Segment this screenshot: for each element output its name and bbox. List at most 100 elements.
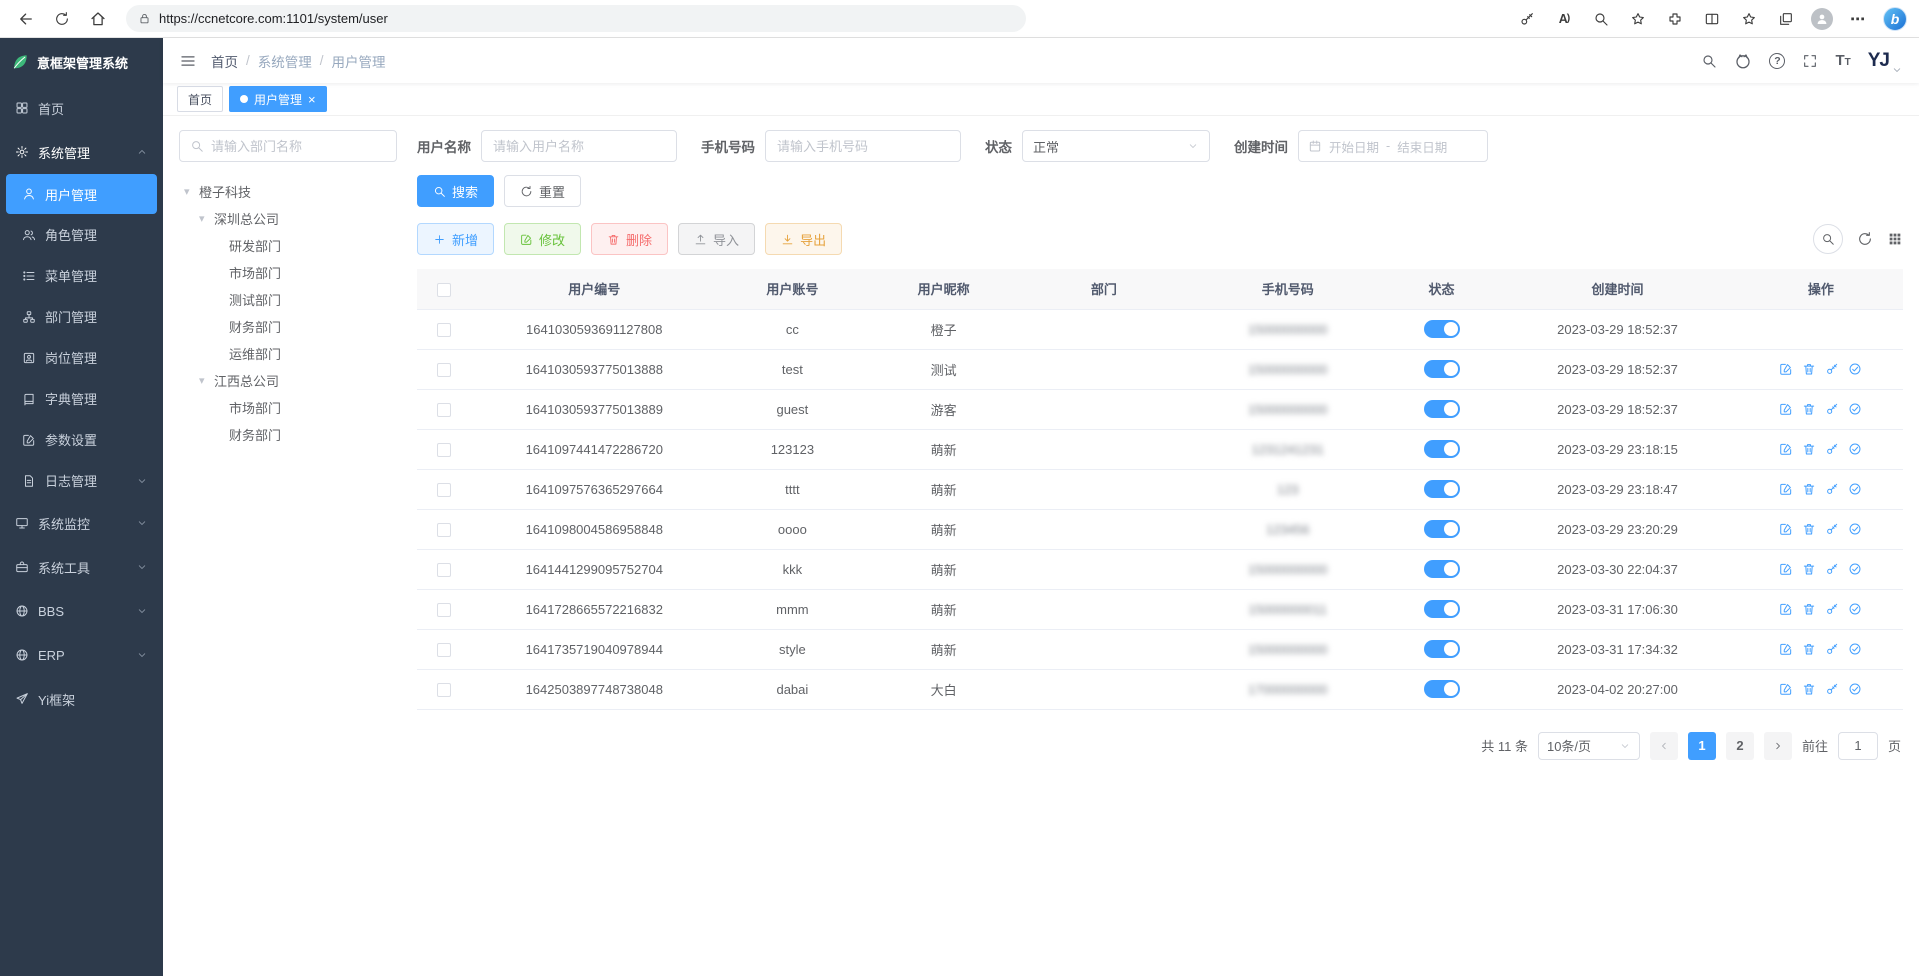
zoom-icon[interactable] [1589,7,1613,31]
sidebar-item-menu-management[interactable]: 菜单管理 [0,255,163,296]
split-screen-icon[interactable] [1700,7,1724,31]
tree-node-dept[interactable]: 研发部门 [179,232,397,259]
import-button[interactable]: 导入 [678,223,755,255]
status-toggle[interactable] [1424,440,1460,458]
row-edit-icon[interactable] [1779,522,1793,536]
collapse-sidebar-icon[interactable] [179,52,197,70]
refresh-table-icon[interactable] [1857,231,1873,247]
row-delete-icon[interactable] [1802,682,1816,696]
status-toggle[interactable] [1424,640,1460,658]
row-checkbox[interactable] [437,483,451,497]
browser-more-menu-icon[interactable]: ⋯ [1846,7,1870,31]
assign-role-icon[interactable] [1848,682,1862,696]
department-search-input[interactable] [211,139,386,154]
row-delete-icon[interactable] [1802,522,1816,536]
browser-profile-avatar[interactable] [1811,8,1833,30]
page-button-2[interactable]: 2 [1726,732,1754,760]
address-bar[interactable]: https://ccnetcore.com:1101/system/user [126,5,1026,32]
status-toggle[interactable] [1424,320,1460,338]
row-delete-icon[interactable] [1802,642,1816,656]
delete-button[interactable]: 删除 [591,223,668,255]
status-toggle[interactable] [1424,360,1460,378]
tree-node-dept[interactable]: 市场部门 [179,394,397,421]
reset-password-icon[interactable] [1825,602,1839,616]
sidebar-item-system-management[interactable]: 系统管理 [0,130,163,174]
tab-user-management[interactable]: 用户管理 × [229,86,327,112]
sidebar-item-bbs[interactable]: BBS [0,589,163,633]
sidebar-item-user-management[interactable]: 用户管理 [6,174,157,214]
reset-button[interactable]: 重置 [504,175,581,207]
reset-password-icon[interactable] [1825,682,1839,696]
tree-node-dept[interactable]: 运维部门 [179,340,397,367]
sidebar-item-yi-framework[interactable]: Yi框架 [0,677,163,721]
assign-role-icon[interactable] [1848,482,1862,496]
row-checkbox[interactable] [437,563,451,577]
goto-page-input[interactable] [1838,732,1878,760]
tree-node-dept[interactable]: 测试部门 [179,286,397,313]
reset-password-icon[interactable] [1825,562,1839,576]
sidebar-item-post-management[interactable]: 岗位管理 [0,337,163,378]
row-checkbox[interactable] [437,323,451,337]
row-delete-icon[interactable] [1802,482,1816,496]
sidebar-item-log-management[interactable]: 日志管理 [0,460,163,501]
tree-caret-icon[interactable]: ▾ [199,212,214,225]
sidebar-item-dept-management[interactable]: 部门管理 [0,296,163,337]
row-checkbox[interactable] [437,363,451,377]
reset-password-icon[interactable] [1825,442,1839,456]
add-favorite-icon[interactable] [1626,7,1650,31]
column-settings-icon[interactable] [1887,231,1903,247]
tree-node-company[interactable]: ▾橙子科技 [179,178,397,205]
favorites-icon[interactable] [1737,7,1761,31]
row-checkbox[interactable] [437,643,451,657]
assign-role-icon[interactable] [1848,642,1862,656]
row-edit-icon[interactable] [1779,562,1793,576]
user-avatar-menu[interactable]: YJ [1868,50,1903,72]
assign-role-icon[interactable] [1848,402,1862,416]
github-icon[interactable] [1734,52,1752,70]
status-toggle[interactable] [1424,560,1460,578]
sidebar-item-param-settings[interactable]: 参数设置 [0,419,163,460]
tree-node-dept[interactable]: 财务部门 [179,421,397,448]
help-icon[interactable]: ? [1769,53,1785,69]
phone-input[interactable] [765,130,961,162]
prev-page-button[interactable] [1650,732,1678,760]
assign-role-icon[interactable] [1848,362,1862,376]
collections-icon[interactable] [1774,7,1798,31]
export-button[interactable]: 导出 [765,223,842,255]
row-delete-icon[interactable] [1802,402,1816,416]
row-checkbox[interactable] [437,683,451,697]
page-size-select[interactable]: 10条/页 [1538,732,1640,760]
sidebar-item-dict-management[interactable]: 字典管理 [0,378,163,419]
tab-home[interactable]: 首页 [177,86,223,112]
row-checkbox[interactable] [437,603,451,617]
row-edit-icon[interactable] [1779,362,1793,376]
breadcrumb-home[interactable]: 首页 [211,51,238,71]
reset-password-icon[interactable] [1825,482,1839,496]
header-search-icon[interactable] [1701,53,1717,69]
font-size-icon[interactable]: TT [1835,52,1850,69]
row-edit-icon[interactable] [1779,482,1793,496]
next-page-button[interactable] [1764,732,1792,760]
reset-password-icon[interactable] [1825,642,1839,656]
sidebar-item-erp[interactable]: ERP [0,633,163,677]
row-edit-icon[interactable] [1779,402,1793,416]
row-delete-icon[interactable] [1802,562,1816,576]
username-input[interactable] [481,130,677,162]
search-button[interactable]: 搜索 [417,175,494,207]
edit-button[interactable]: 修改 [504,223,581,255]
assign-role-icon[interactable] [1848,562,1862,576]
reset-password-icon[interactable] [1825,362,1839,376]
tree-caret-icon[interactable]: ▾ [184,185,199,198]
copilot-icon[interactable]: b [1883,7,1907,31]
tree-node-dept[interactable]: 市场部门 [179,259,397,286]
status-toggle[interactable] [1424,520,1460,538]
reset-password-icon[interactable] [1825,522,1839,536]
row-delete-icon[interactable] [1802,602,1816,616]
tree-node-branch[interactable]: ▾江西总公司 [179,367,397,394]
browser-home-button[interactable] [84,5,112,33]
sidebar-item-home[interactable]: 首页 [0,86,163,130]
row-edit-icon[interactable] [1779,682,1793,696]
assign-role-icon[interactable] [1848,602,1862,616]
page-button-1[interactable]: 1 [1688,732,1716,760]
site-info-lock-icon[interactable] [138,12,151,25]
